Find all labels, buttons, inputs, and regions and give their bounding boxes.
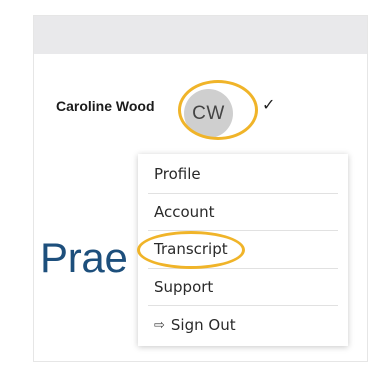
menu-item-label: Account (154, 202, 215, 221)
user-dropdown-menu: Profile Account Transcript Support ⇨ Sig… (138, 154, 348, 346)
page-heading: Prae (40, 234, 128, 281)
app-frame: Caroline Wood CW ✓ Prae Profile Account … (33, 15, 368, 362)
menu-item-sign-out[interactable]: ⇨ Sign Out (148, 306, 338, 344)
menu-item-profile[interactable]: Profile (148, 156, 338, 194)
menu-item-support[interactable]: Support (148, 269, 338, 307)
top-bar (34, 16, 367, 54)
menu-item-label: Transcript (154, 240, 228, 259)
menu-item-account[interactable]: Account (148, 194, 338, 232)
menu-item-label: Support (154, 278, 214, 297)
menu-item-label: Profile (154, 165, 201, 184)
user-name: Caroline Wood (56, 98, 155, 114)
menu-item-label: Sign Out (170, 316, 236, 335)
chevron-down-icon[interactable]: ✓ (262, 95, 275, 115)
menu-item-transcript[interactable]: Transcript (148, 231, 338, 269)
sign-out-icon: ⇨ (154, 317, 165, 333)
avatar[interactable]: CW (184, 89, 233, 138)
